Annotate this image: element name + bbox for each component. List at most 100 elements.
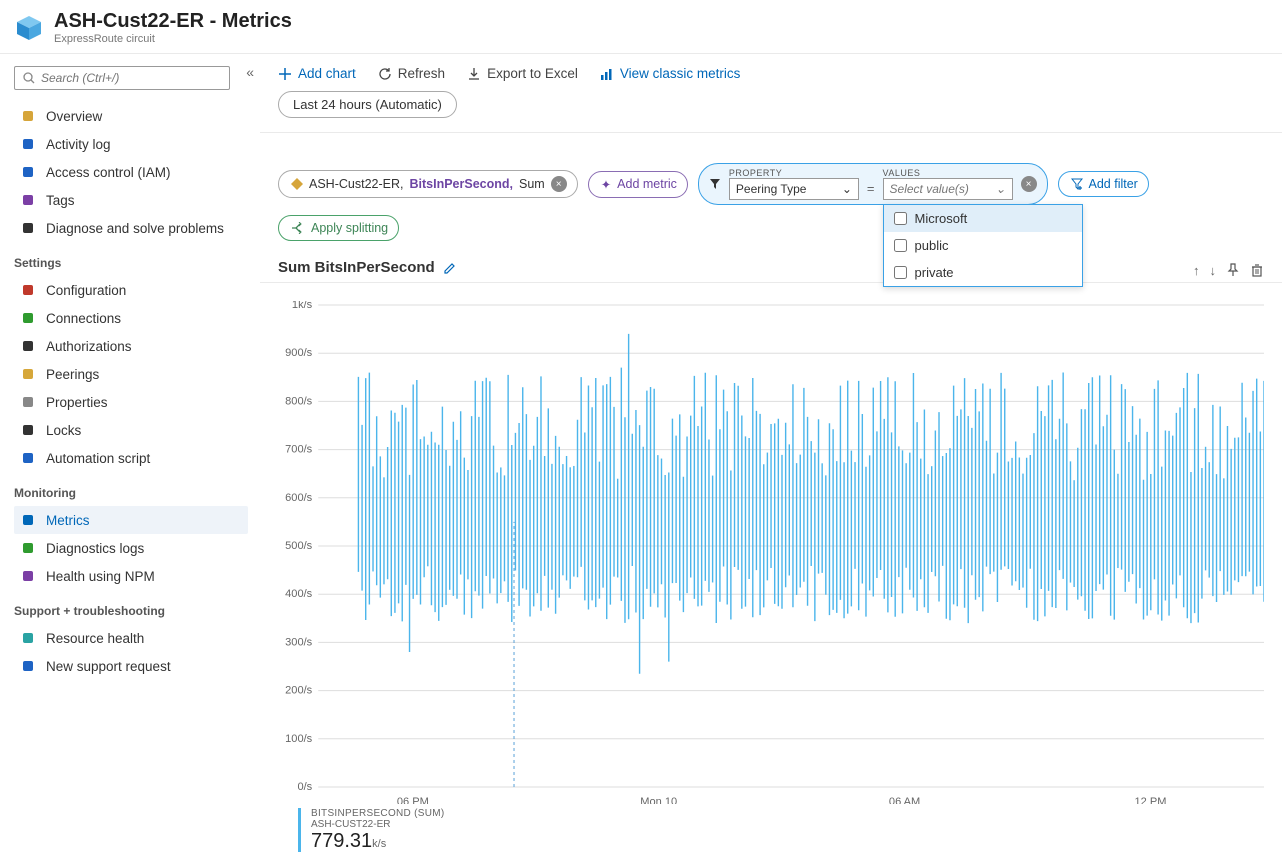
property-label: PROPERTY (729, 168, 859, 178)
page-title: ASH-Cust22-ER - Metrics (54, 10, 292, 32)
sidebar-item-icon (20, 108, 36, 124)
pin-icon[interactable] (1226, 263, 1240, 278)
refresh-button[interactable]: Refresh (378, 66, 445, 81)
sidebar-item[interactable]: Configuration (14, 276, 248, 304)
svg-text:100/s: 100/s (285, 733, 313, 745)
move-up-icon[interactable]: ↑ (1193, 263, 1200, 278)
sidebar-item-icon (20, 338, 36, 354)
sidebar-item-icon (20, 450, 36, 466)
edit-title-icon[interactable] (443, 261, 457, 275)
sidebar-item[interactable]: Activity log (14, 130, 248, 158)
view-classic-button[interactable]: View classic metrics (600, 66, 741, 81)
sidebar-item[interactable]: Connections (14, 304, 248, 332)
values-option[interactable]: public (884, 232, 1082, 259)
sidebar-item-icon (20, 630, 36, 646)
split-icon (291, 222, 305, 234)
sidebar-item[interactable]: New support request (14, 652, 248, 680)
chevron-down-icon: ⌄ (995, 182, 1005, 196)
sidebar-section-settings: Settings (14, 256, 248, 270)
metrics-chart[interactable]: 1k/s900/s800/s700/s600/s500/s400/s300/s2… (278, 301, 1264, 804)
svg-text:12 PM: 12 PM (1135, 796, 1167, 804)
svg-text:700/s: 700/s (285, 444, 313, 456)
option-checkbox[interactable] (894, 212, 907, 225)
sidebar-item[interactable]: Authorizations (14, 332, 248, 360)
chart-title-actions: ↑ ↓ (1193, 263, 1264, 278)
sidebar-item-label: Diagnostics logs (46, 541, 144, 556)
resource-icon (291, 178, 303, 190)
add-filter-icon (1071, 178, 1083, 190)
sidebar-item-icon (20, 394, 36, 410)
sidebar-search-input[interactable] (41, 71, 221, 85)
sidebar-item-icon (20, 192, 36, 208)
values-option[interactable]: private (884, 259, 1082, 286)
property-select[interactable]: Peering Type ⌄ (729, 178, 859, 200)
sidebar-item[interactable]: Health using NPM (14, 562, 248, 590)
sidebar-item-label: Diagnose and solve problems (46, 221, 224, 236)
svg-text:500/s: 500/s (285, 540, 313, 552)
values-dropdown: Microsoftpublicprivate (883, 204, 1083, 287)
values-option[interactable]: Microsoft (884, 205, 1082, 232)
sidebar-item[interactable]: Metrics (14, 506, 248, 534)
sidebar-item-label: Authorizations (46, 339, 132, 354)
sidebar: « Overview Activity logAccess control (IA… (0, 54, 260, 863)
svg-text:200/s: 200/s (285, 685, 313, 697)
remove-filter-icon[interactable]: × (1021, 176, 1037, 192)
sidebar-item-icon (20, 310, 36, 326)
sidebar-item-label: Automation script (46, 451, 150, 466)
sidebar-item-icon (20, 422, 36, 438)
option-checkbox[interactable] (894, 239, 907, 252)
move-down-icon[interactable]: ↓ (1210, 263, 1217, 278)
svg-text:400/s: 400/s (285, 588, 313, 600)
add-metric-button[interactable]: ✦ Add metric (588, 171, 688, 198)
page-header: ASH-Cust22-ER - Metrics ExpressRoute cir… (0, 0, 1282, 54)
sidebar-search[interactable] (14, 66, 230, 90)
sidebar-item[interactable]: Diagnose and solve problems (14, 214, 248, 242)
sidebar-item[interactable]: Diagnostics logs (14, 534, 248, 562)
svg-text:800/s: 800/s (285, 395, 313, 407)
export-button[interactable]: Export to Excel (467, 66, 578, 81)
sidebar-item[interactable]: Resource health (14, 624, 248, 652)
sidebar-section-support: Support + troubleshooting (14, 604, 248, 618)
sidebar-section-monitoring: Monitoring (14, 486, 248, 500)
resource-cube-icon (14, 13, 44, 43)
svg-text:900/s: 900/s (285, 347, 313, 359)
sidebar-item-icon (20, 136, 36, 152)
sidebar-item[interactable]: Access control (IAM) (14, 158, 248, 186)
apply-splitting-button[interactable]: Apply splitting (278, 215, 399, 241)
sidebar-item-label: Overview (46, 109, 102, 124)
svg-text:Mon 10: Mon 10 (640, 796, 677, 804)
sidebar-item-icon (20, 658, 36, 674)
sidebar-item[interactable]: Peerings (14, 360, 248, 388)
sidebar-item[interactable]: Overview (14, 102, 248, 130)
chart-legend: BITSINPERSECOND (SUM) ASH-CUST22-ER 779.… (260, 804, 1282, 863)
chart-area: 1k/s900/s800/s700/s600/s500/s400/s300/s2… (260, 283, 1282, 804)
sparkle-icon: ✦ (601, 177, 611, 192)
sidebar-item-icon (20, 568, 36, 584)
sidebar-item-label: Metrics (46, 513, 90, 528)
sidebar-item[interactable]: Properties (14, 388, 248, 416)
timerange-pill[interactable]: Last 24 hours (Automatic) (278, 91, 457, 118)
sidebar-item-icon (20, 220, 36, 236)
metric-filter-row: ASH-Cust22-ER, BitsInPerSecond, Sum × ✦ … (260, 133, 1282, 251)
svg-text:600/s: 600/s (285, 492, 313, 504)
svg-text:0/s: 0/s (297, 781, 312, 793)
values-select[interactable]: Select value(s) ⌄ (883, 178, 1013, 200)
sidebar-item[interactable]: Tags (14, 186, 248, 214)
sidebar-item-label: Connections (46, 311, 121, 326)
sidebar-item[interactable]: Automation script (14, 444, 248, 472)
sidebar-item-icon (20, 164, 36, 180)
sidebar-item-label: Resource health (46, 631, 144, 646)
remove-metric-icon[interactable]: × (551, 176, 567, 192)
add-chart-button[interactable]: Add chart (278, 66, 356, 81)
option-checkbox[interactable] (894, 266, 907, 279)
delete-icon[interactable] (1250, 263, 1264, 278)
chart-title: Sum BitsInPerSecond (278, 259, 457, 282)
svg-text:06 AM: 06 AM (889, 796, 920, 804)
sidebar-item[interactable]: Locks (14, 416, 248, 444)
sidebar-item-label: New support request (46, 659, 171, 674)
collapse-sidebar-icon[interactable]: « (246, 64, 254, 80)
metric-pill[interactable]: ASH-Cust22-ER, BitsInPerSecond, Sum × (278, 170, 578, 198)
filter-badge: PROPERTY Peering Type ⌄ = VALUES Select … (698, 163, 1048, 205)
add-filter-button[interactable]: Add filter (1058, 171, 1149, 197)
sidebar-item-icon (20, 282, 36, 298)
